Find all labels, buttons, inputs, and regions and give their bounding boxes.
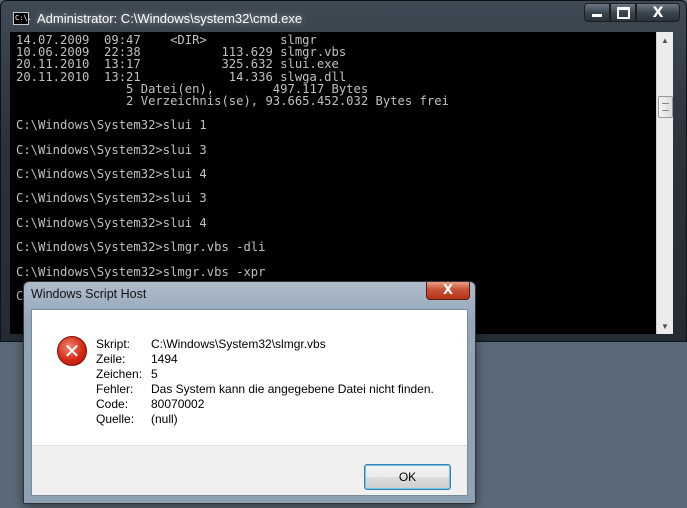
console-lines: 14.07.2009 09:47 <DIR> slmgr 10.06.2009 2… bbox=[10, 32, 656, 302]
detail-label: Code: bbox=[96, 397, 129, 411]
console-line: 20.11.2010 13:21 14.336 slwga.dll bbox=[16, 69, 347, 84]
detail-row: Quelle: (null) bbox=[96, 412, 434, 427]
cmd-titlebar[interactable]: C:\. Administrator: C:\Windows\system32\… bbox=[1, 1, 686, 31]
console-line: C:\Windows\System32>slui 3 bbox=[16, 142, 207, 157]
detail-value: 80070002 bbox=[151, 397, 205, 411]
console-line: 2 Verzeichnis(se), 93.665.452.032 Bytes … bbox=[16, 93, 449, 108]
detail-row: Fehler: Das System kann die angegebene Da… bbox=[96, 382, 434, 397]
script-host-dialog: Windows Script Host X ✕ Skript: C:\Window… bbox=[23, 281, 476, 504]
dialog-close-button[interactable]: X bbox=[426, 282, 470, 300]
detail-row: Code: 80070002 bbox=[96, 397, 434, 412]
console-line: C:\Windows\System32>slui 1 bbox=[16, 118, 207, 133]
detail-value: 5 bbox=[151, 367, 158, 381]
close-button[interactable]: X bbox=[636, 3, 680, 22]
window-title: Administrator: C:\Windows\system32\cmd.e… bbox=[37, 11, 303, 26]
detail-row: Zeichen: 5 bbox=[96, 367, 434, 382]
close-icon: X bbox=[652, 4, 664, 21]
cmd-icon[interactable]: C:\. bbox=[13, 12, 32, 25]
error-details: Skript: C:\Windows\System32\slmgr.vbs Zeil… bbox=[96, 337, 434, 427]
detail-row: Skript: C:\Windows\System32\slmgr.vbs bbox=[96, 337, 434, 352]
scroll-down-arrow-icon[interactable]: ▼ bbox=[657, 318, 673, 334]
console-line: C:\Windows\System32>slmgr.vbs -dli bbox=[16, 240, 266, 255]
detail-label: Quelle: bbox=[96, 412, 135, 426]
detail-value: Das System kann die angegebene Datei nic… bbox=[151, 382, 434, 396]
console-line: C:\Windows\System32>slui 4 bbox=[16, 215, 207, 230]
console-line: C:\Windows\System32>slmgr.vbs -xpr bbox=[16, 264, 266, 279]
console-line: C:\Windows\System32>slui 4 bbox=[16, 167, 207, 182]
ok-button[interactable]: OK bbox=[364, 464, 451, 490]
detail-label: Skript: bbox=[96, 337, 131, 351]
detail-row: Zeile: 1494 bbox=[96, 352, 434, 367]
maximize-icon bbox=[616, 6, 630, 19]
detail-value: (null) bbox=[151, 412, 178, 426]
vertical-scrollbar[interactable]: ▲ ▼ bbox=[656, 32, 673, 334]
close-icon: X bbox=[442, 283, 454, 298]
minimize-icon bbox=[592, 14, 602, 17]
error-icon: ✕ bbox=[57, 336, 87, 366]
detail-label: Fehler: bbox=[96, 382, 134, 396]
maximize-button[interactable] bbox=[610, 3, 636, 22]
console-line: 20.11.2010 13:17 325.632 slui.exe bbox=[16, 57, 339, 72]
scroll-thumb[interactable] bbox=[658, 96, 673, 118]
dialog-title: Windows Script Host bbox=[31, 287, 147, 301]
minimize-button[interactable] bbox=[584, 3, 610, 22]
detail-label: Zeile: bbox=[96, 352, 126, 366]
scroll-up-arrow-icon[interactable]: ▲ bbox=[657, 32, 673, 48]
detail-value: 1494 bbox=[151, 352, 178, 366]
detail-label: Zeichen: bbox=[96, 367, 143, 381]
window-controls: X bbox=[584, 3, 680, 23]
detail-value: C:\Windows\System32\slmgr.vbs bbox=[151, 337, 326, 351]
console-line: C:\Windows\System32>slui 3 bbox=[16, 191, 207, 206]
